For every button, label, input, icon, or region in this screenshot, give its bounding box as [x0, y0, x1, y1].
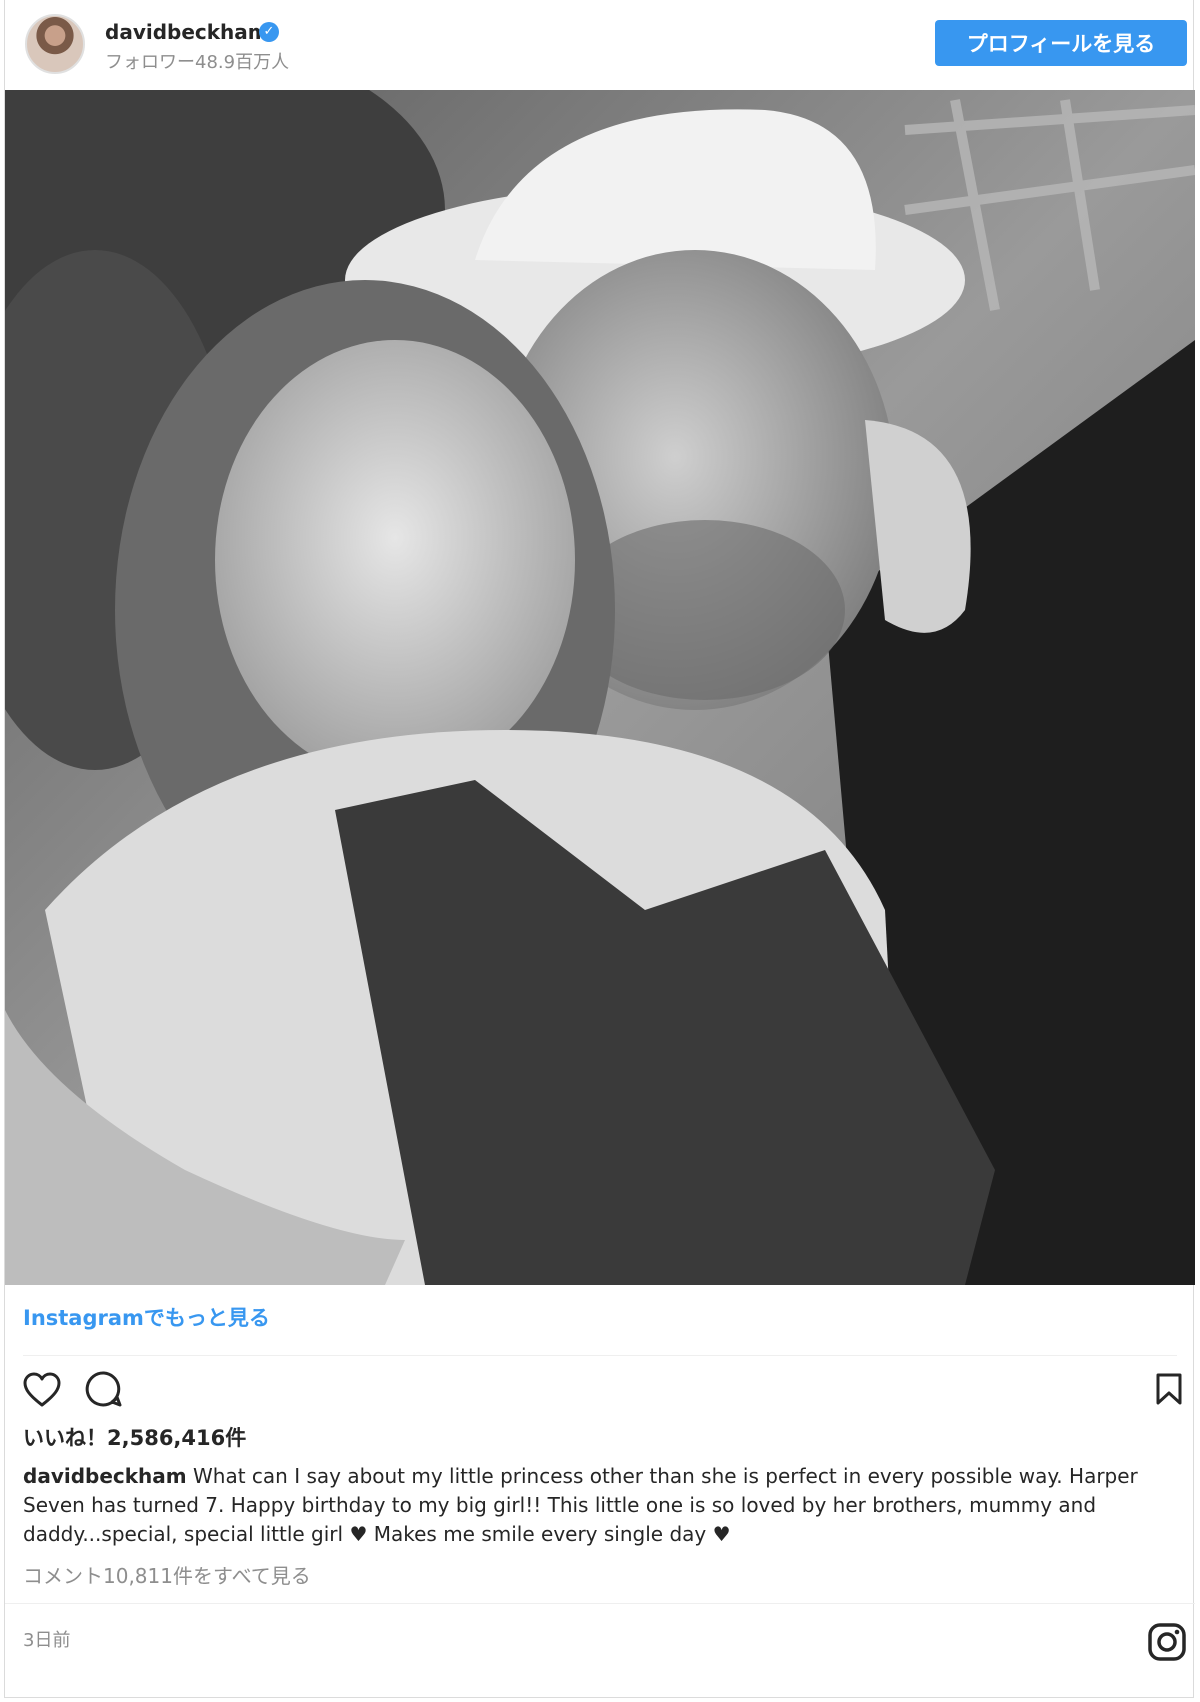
- view-profile-button[interactable]: プロフィールを見る: [935, 20, 1187, 66]
- comment-icon[interactable]: [85, 1370, 123, 1412]
- post-header: davidbeckham ✓ フォロワー48.9百万人 プロフィールを見る: [5, 0, 1195, 90]
- view-all-comments-link[interactable]: コメント10,811件をすべて見る: [23, 1560, 311, 1589]
- instagram-more-link[interactable]: Instagramでもっと見る: [23, 1302, 270, 1332]
- divider: [5, 1603, 1195, 1604]
- avatar[interactable]: [25, 14, 85, 74]
- caption-username[interactable]: davidbeckham: [23, 1464, 187, 1488]
- verified-badge-icon: ✓: [259, 22, 279, 42]
- username-link[interactable]: davidbeckham: [105, 20, 269, 44]
- post-photo-image: [5, 90, 1195, 1285]
- divider: [23, 1355, 1177, 1356]
- caption-text: What can I say about my little princess …: [23, 1464, 1138, 1546]
- instagram-icon[interactable]: [1147, 1622, 1187, 1666]
- bookmark-icon[interactable]: [1155, 1372, 1183, 1410]
- follower-count: フォロワー48.9百万人: [105, 52, 290, 73]
- instagram-embed-card: davidbeckham ✓ フォロワー48.9百万人 プロフィールを見る In…: [4, 0, 1195, 1698]
- like-count[interactable]: いいね！2,586,416件: [23, 1422, 246, 1452]
- post-photo[interactable]: [5, 90, 1195, 1285]
- post-timestamp[interactable]: 3日前: [23, 1626, 70, 1652]
- post-caption: davidbeckham What can I say about my lit…: [23, 1462, 1173, 1549]
- heart-icon[interactable]: [23, 1372, 61, 1412]
